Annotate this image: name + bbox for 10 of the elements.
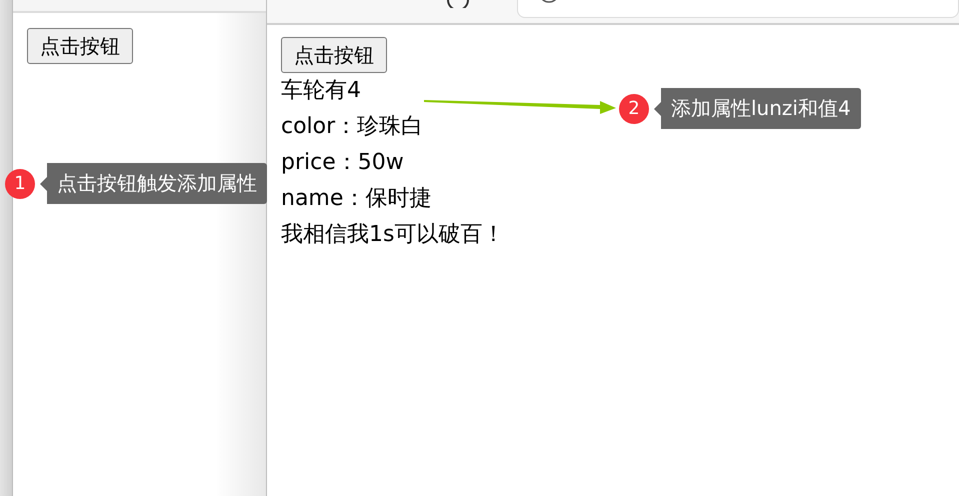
output-line: name：保时捷 — [281, 185, 432, 213]
click-button[interactable]: 点击按钮 — [26, 28, 133, 64]
output-line: price：50w — [281, 149, 404, 177]
output-line: 车轮有4 — [281, 77, 361, 105]
number-badge: 2 — [619, 94, 649, 124]
output-line: 我相信我1s可以破百！ — [281, 221, 504, 249]
output-line: color：珍珠白 — [281, 113, 424, 141]
callout-label: 点击按钮触发添加属性 — [40, 163, 267, 204]
callout-label: 添加属性lunzi和值4 — [654, 88, 861, 129]
click-button[interactable]: 点击按钮 — [281, 37, 387, 73]
